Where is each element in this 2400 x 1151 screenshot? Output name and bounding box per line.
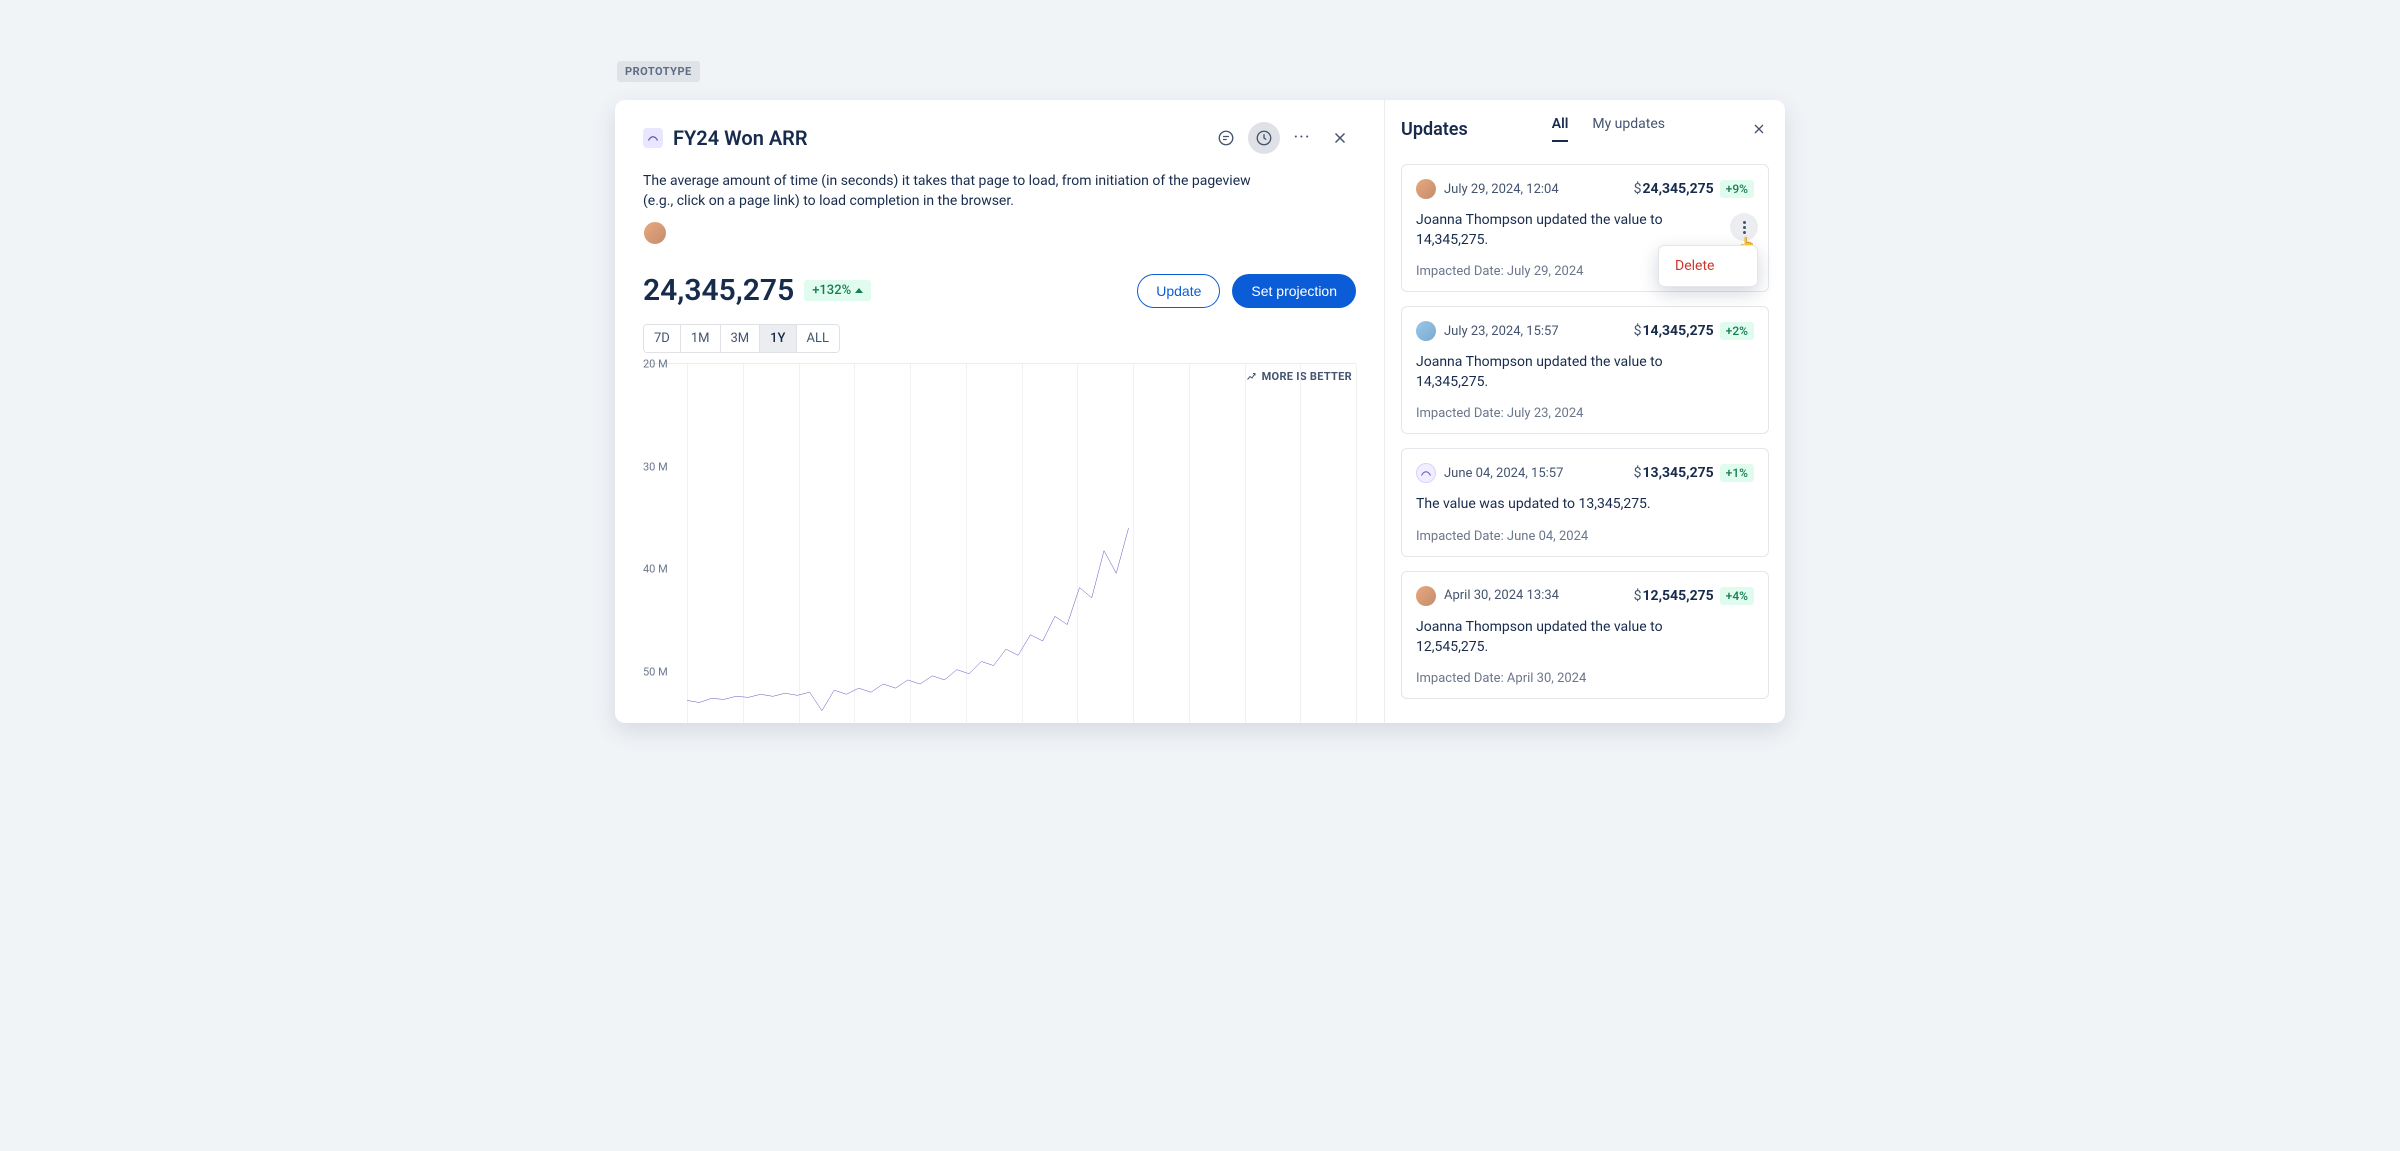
updates-panel: Updates All My updates July 29, 2024, 12… (1385, 100, 1785, 723)
update-menu-popover: Delete (1658, 245, 1758, 287)
update-pct-badge: +2% (1720, 322, 1754, 340)
updates-close-button[interactable] (1749, 119, 1769, 139)
update-date: July 29, 2024, 12:04 (1444, 182, 1559, 197)
delta-badge: +132% (804, 280, 871, 301)
update-pct-badge: +9% (1720, 180, 1754, 198)
update-value: $12,545,275 (1634, 588, 1714, 604)
update-date: April 30, 2024 13:34 (1444, 588, 1559, 603)
user-avatar (1416, 586, 1436, 606)
prototype-badge: PROTOTYPE (617, 61, 700, 82)
update-value: $24,345,275 (1634, 181, 1714, 197)
update-value: $13,345,275 (1634, 465, 1714, 481)
update-date: June 04, 2024, 15:57 (1444, 466, 1563, 481)
updates-title: Updates (1401, 119, 1468, 140)
tab-all[interactable]: All (1552, 116, 1569, 142)
update-impact: Impacted Date: July 23, 2024 (1416, 406, 1754, 421)
update-more-button[interactable] (1730, 213, 1758, 241)
close-button[interactable] (1324, 122, 1356, 154)
system-avatar (1416, 463, 1436, 483)
tab-my-updates[interactable]: My updates (1592, 116, 1665, 142)
range-1y[interactable]: 1Y (760, 325, 796, 352)
chart: MORE IS BETTER 50 M40 M30 M20 M (643, 363, 1356, 723)
metric-value: 24,345,275 (643, 273, 794, 308)
y-tick: 40 M (643, 563, 668, 576)
caret-up-icon (855, 288, 863, 293)
update-pct-badge: +4% (1720, 587, 1754, 605)
owner-avatar-row (643, 221, 1356, 249)
user-avatar (1416, 321, 1436, 341)
ellipsis-icon: ··· (1293, 129, 1310, 147)
update-impact: Impacted Date: June 04, 2024 (1416, 529, 1754, 544)
range-all[interactable]: ALL (797, 325, 839, 352)
update-pct-badge: +1% (1720, 464, 1754, 482)
update-card[interactable]: April 30, 2024 13:34 $12,545,275 +4% Joanna… (1401, 571, 1769, 699)
delta-text: +132% (812, 283, 851, 298)
metric-description: The average amount of time (in seconds) … (643, 172, 1283, 211)
update-card[interactable]: July 23, 2024, 15:57 $14,345,275 +2% Joanna… (1401, 306, 1769, 434)
y-tick: 50 M (643, 665, 668, 678)
metric-icon (643, 128, 663, 148)
owner-avatar[interactable] (643, 221, 667, 245)
time-range-segmented: 7D1M3M1YALL (643, 324, 840, 353)
update-value: $14,345,275 (1634, 323, 1714, 339)
update-body: The value was updated to 13,345,275. (1416, 495, 1754, 515)
update-card[interactable]: June 04, 2024, 15:57 $13,345,275 +1% The va… (1401, 448, 1769, 557)
comment-icon-button[interactable] (1210, 122, 1242, 154)
update-card[interactable]: July 29, 2024, 12:04$24,345,275+9%Joanna… (1401, 164, 1769, 292)
user-avatar (1416, 179, 1436, 199)
range-1m[interactable]: 1M (681, 325, 721, 352)
y-tick: 30 M (643, 460, 668, 473)
update-button[interactable]: Update (1137, 274, 1220, 308)
menu-delete[interactable]: Delete (1659, 252, 1757, 280)
update-date: July 23, 2024, 15:57 (1444, 324, 1559, 339)
update-body: Joanna Thompson updated the value to 12,… (1416, 618, 1754, 657)
update-impact: Impacted Date: April 30, 2024 (1416, 671, 1754, 686)
metric-card: FY24 Won ARR ··· The (615, 100, 1785, 723)
update-body: Joanna Thompson updated the value to 14,… (1416, 353, 1754, 392)
gridline (1356, 364, 1357, 723)
page-title: FY24 Won ARR (673, 126, 808, 150)
range-3m[interactable]: 3M (721, 325, 761, 352)
y-tick: 20 M (643, 358, 668, 371)
more-icon-button[interactable]: ··· (1286, 122, 1318, 154)
range-7d[interactable]: 7D (644, 325, 681, 352)
left-panel: FY24 Won ARR ··· The (615, 100, 1385, 723)
set-projection-button[interactable]: Set projection (1232, 274, 1356, 308)
history-icon-button[interactable] (1248, 122, 1280, 154)
